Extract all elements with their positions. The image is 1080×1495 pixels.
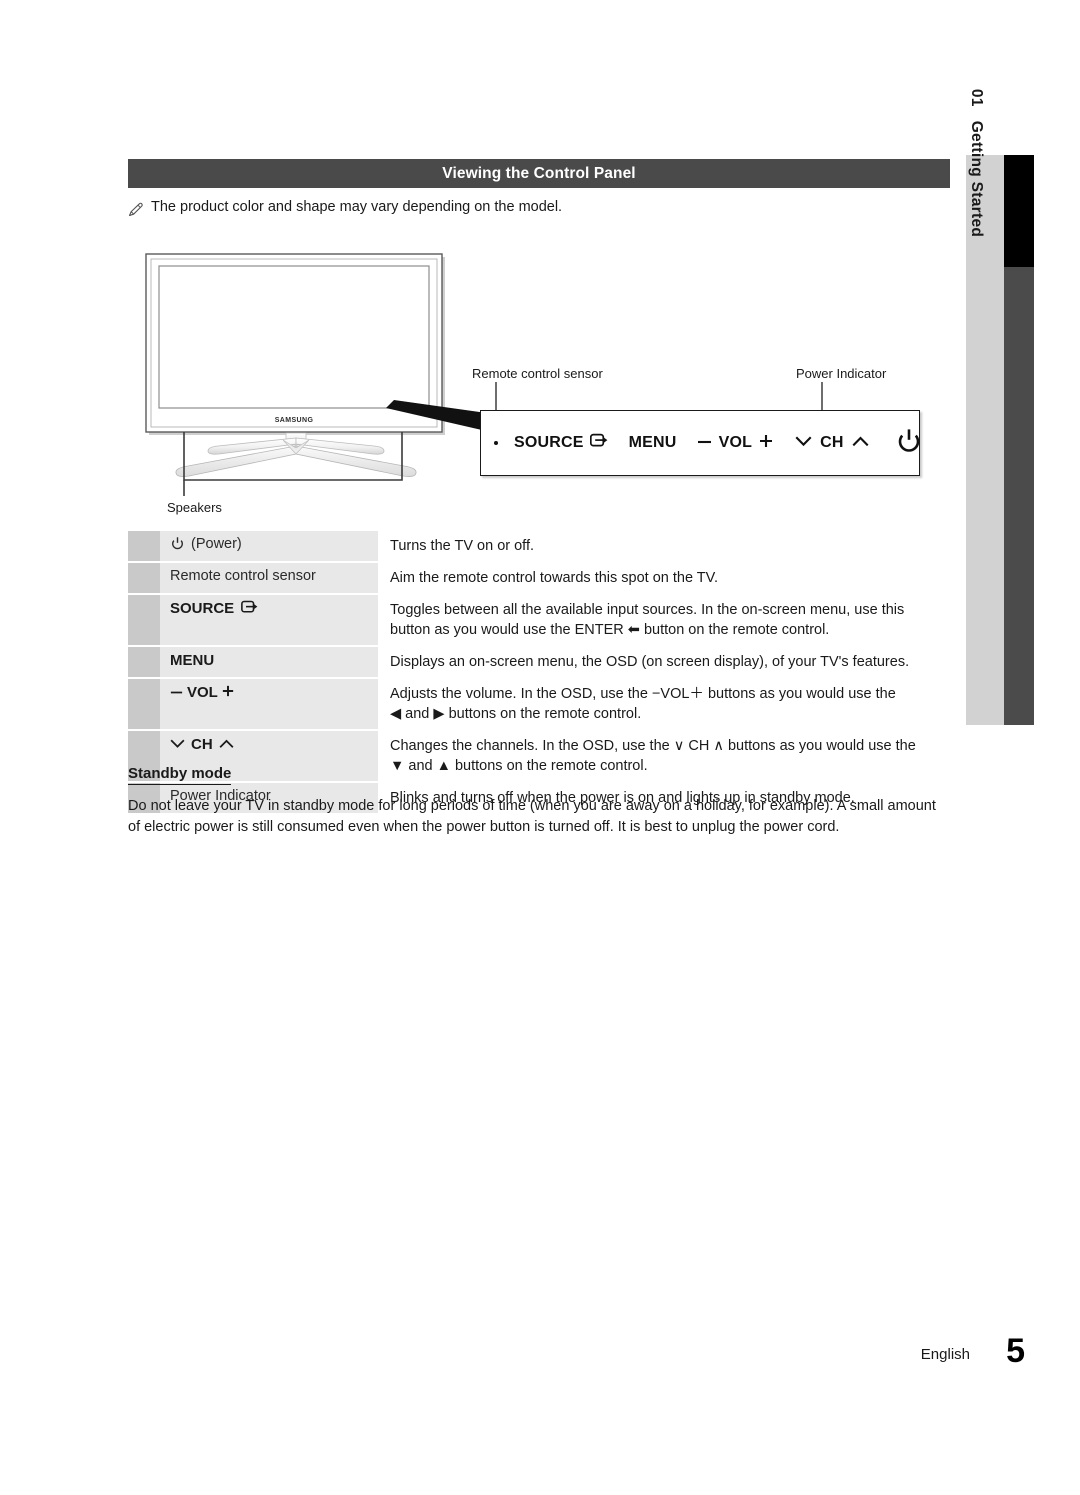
- page-footer: English 5: [0, 1332, 1080, 1386]
- control-panel-spec-table: (Power) Turns the TV on or off. Remote c…: [128, 531, 950, 815]
- footer-page-number: 5: [1006, 1332, 1025, 1370]
- standby-mode-body: Do not leave your TV in standby mode for…: [128, 796, 952, 838]
- panel-ch-label: CH: [820, 434, 844, 451]
- row-label: MENU: [160, 647, 378, 677]
- panel-volume-button[interactable]: VOL: [697, 434, 774, 453]
- row-label-text: (Power): [191, 536, 242, 552]
- row-swatch: [128, 647, 160, 677]
- row-swatch: [128, 595, 160, 645]
- row-description: Toggles between all the available input …: [378, 595, 950, 645]
- chevron-up-icon: [219, 736, 234, 753]
- callout-label-speakers: Speakers: [167, 500, 222, 515]
- row-description-line: Changes the channels. In the OSD, use th…: [390, 738, 916, 754]
- row-description: Changes the channels. In the OSD, use th…: [378, 731, 950, 781]
- chevron-down-icon: [170, 736, 185, 753]
- manual-page: 01 Getting Started Viewing the Control Pa…: [0, 0, 1080, 1495]
- control-panel-callout: Remote control sensor Power Indicator SO…: [380, 360, 940, 490]
- row-description-line: Turns the TV on or off.: [390, 538, 535, 554]
- row-label-text: SOURCE: [170, 600, 235, 617]
- chapter-bar-gray: [1004, 267, 1034, 725]
- table-row: (Power) Turns the TV on or off.: [128, 531, 950, 561]
- chapter-bar-black: [1004, 155, 1034, 267]
- table-row: MENU Displays an on-screen menu, the OSD…: [128, 647, 950, 677]
- row-description: Displays an on-screen menu, the OSD (on …: [378, 647, 950, 677]
- note-line: The product color and shape may vary dep…: [128, 199, 948, 218]
- panel-vol-label: VOL: [718, 434, 753, 451]
- row-description-line: Aim the remote control towards this spot…: [390, 570, 719, 586]
- row-description-line: ▼ and ▲ buttons on the remote control.: [390, 758, 648, 774]
- panel-menu-button[interactable]: MENU: [629, 434, 677, 452]
- panel-menu-label: MENU: [628, 434, 677, 451]
- panel-source-button[interactable]: SOURCE: [514, 433, 609, 453]
- standby-mode-heading: Standby mode: [128, 765, 232, 785]
- svg-text:SAMSUNG: SAMSUNG: [275, 417, 314, 424]
- callout-label-power-indicator: Power Indicator: [796, 366, 887, 381]
- row-label: (Power): [160, 531, 378, 561]
- chevron-up-icon: [852, 434, 869, 452]
- row-description: Adjusts the volume. In the OSD, use the …: [378, 679, 950, 729]
- table-row: CH Changes the channels. In the OSD, use…: [128, 731, 950, 781]
- row-label: Remote control sensor: [160, 563, 378, 593]
- panel-power-button[interactable]: [895, 427, 923, 460]
- row-label: VOL: [160, 679, 378, 729]
- chapter-number: 01: [968, 88, 985, 107]
- chevron-down-icon: [795, 434, 812, 452]
- chapter-tab-text: 01 Getting Started: [967, 89, 985, 237]
- remote-sensor-dot-icon: [494, 441, 498, 445]
- chapter-tab: 01 Getting Started: [966, 89, 1004, 725]
- row-label-text: CH: [191, 736, 213, 753]
- table-row: Remote control sensor Aim the remote con…: [128, 563, 950, 593]
- standby-body-line: Do not leave your TV in standby mode for…: [128, 798, 936, 814]
- note-text: The product color and shape may vary dep…: [151, 199, 563, 215]
- callout-label-remote-sensor: Remote control sensor: [472, 366, 603, 381]
- row-description-line: Displays an on-screen menu, the OSD (on …: [390, 654, 910, 670]
- row-description: Turns the TV on or off.: [378, 531, 950, 561]
- row-description-line: Toggles between all the available input …: [390, 602, 905, 618]
- section-header: Viewing the Control Panel: [128, 159, 950, 188]
- power-icon: [170, 536, 185, 555]
- row-description: Aim the remote control towards this spot…: [378, 563, 950, 593]
- enter-source-icon: [241, 600, 259, 618]
- footer-language: English: [920, 1346, 970, 1363]
- plus-icon: [759, 434, 773, 453]
- standby-body-line: of electric power is still consumed even…: [128, 819, 840, 835]
- row-label-text: Remote control sensor: [170, 568, 316, 584]
- table-row: VOL Adjusts the volume. In the OSD, use …: [128, 679, 950, 729]
- table-row: SOURCE Toggles between all the available…: [128, 595, 950, 645]
- row-swatch: [128, 531, 160, 561]
- row-description-line: ◀ and ▶ buttons on the remote control.: [390, 706, 642, 722]
- plus-icon: [222, 684, 234, 701]
- power-icon: [895, 427, 923, 460]
- row-description-line: Adjusts the volume. In the OSD, use the …: [390, 686, 896, 702]
- enter-source-icon: [589, 433, 609, 453]
- pencil-note-icon: [128, 202, 144, 218]
- panel-source-label: SOURCE: [514, 434, 584, 451]
- row-label-text: VOL: [187, 684, 218, 701]
- minus-icon: [697, 434, 712, 452]
- row-label-text: MENU: [170, 652, 215, 669]
- samsung-logo: SAMSUNG: [275, 417, 314, 424]
- chapter-title: Getting Started: [968, 120, 985, 238]
- row-swatch: [128, 679, 160, 729]
- row-swatch: [128, 563, 160, 593]
- panel-channel-button[interactable]: CH: [795, 434, 869, 452]
- row-description-line: button as you would use the ENTER ⬅ butt…: [390, 622, 830, 638]
- minus-icon: [170, 684, 183, 701]
- row-label: SOURCE: [160, 595, 378, 645]
- control-panel-buttons: SOURCE MENU VOL CH: [480, 410, 920, 476]
